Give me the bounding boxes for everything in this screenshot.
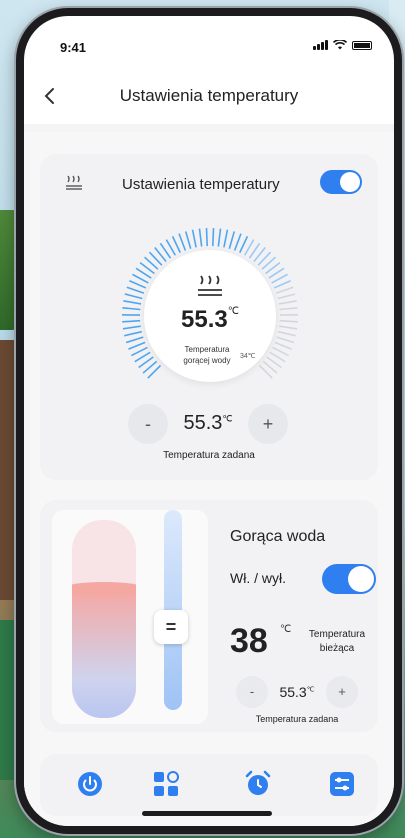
dial-temperature: 55.3℃ — [144, 306, 276, 334]
dial-tick — [279, 319, 298, 323]
dial-tick — [128, 341, 146, 350]
dial-unit: ℃ — [227, 306, 239, 317]
wifi-icon — [333, 40, 347, 50]
temperature-settings-card: Ustawienia temperatury 55.3℃ Temperatura… — [40, 154, 378, 480]
screen: 9:41 Ustawienia temperatury Ustawienia t… — [24, 16, 394, 826]
setpoint-number: 55.3 — [183, 412, 223, 434]
status-icons — [313, 40, 372, 50]
onoff-label: Wł. / wył. — [230, 570, 286, 586]
setpoint-unit: ℃ — [306, 686, 315, 694]
phone-frame: 9:41 Ustawienia temperatury Ustawienia t… — [16, 8, 402, 834]
nav-divider — [24, 124, 394, 132]
toggle-knob — [340, 172, 360, 192]
dial-tick — [123, 300, 142, 305]
hot-water-toggle[interactable] — [322, 564, 376, 594]
card-header: Ustawienia temperatury — [40, 170, 378, 200]
dial-tick — [278, 330, 296, 337]
dial-tick — [131, 346, 148, 357]
setpoint-label: Temperatura zadana — [163, 450, 255, 461]
dial-tick — [233, 233, 242, 251]
setpoint-stepper: - 55.3℃ + — [128, 404, 288, 444]
dial-tick — [276, 336, 295, 344]
tank-panel: = — [52, 510, 208, 724]
hot-water-title: Gorąca woda — [230, 528, 326, 545]
dial-label: Temperatura gorącej wody — [183, 345, 231, 365]
dial-tick — [124, 293, 143, 300]
current-unit: ℃ — [280, 624, 292, 635]
content-area: Ustawienia temperatury 55.3℃ Temperatura… — [24, 132, 394, 826]
setpoint-value: 55.3℃ — [268, 684, 326, 700]
dial-tick — [278, 300, 297, 305]
dial-tick — [126, 286, 145, 294]
decrease-button[interactable]: - — [236, 676, 268, 708]
dial-tick — [184, 231, 192, 249]
dial-tick — [178, 233, 187, 251]
dial-tick — [228, 231, 236, 249]
card-title: Ustawienia temperatury — [122, 176, 280, 193]
hot-water-card: = Gorąca woda Wł. / wył. 38 ℃ Temperatur… — [40, 500, 378, 732]
power-icon[interactable] — [76, 770, 104, 798]
dial-tick — [275, 286, 294, 294]
dial-tick — [279, 307, 298, 311]
setpoint-unit: ℃ — [222, 413, 233, 424]
dial-tick — [122, 307, 141, 311]
dial-tick — [217, 228, 222, 247]
hot-water-stepper: - 55.3℃ + — [236, 676, 358, 708]
dial-tick — [205, 228, 209, 247]
grid-icon[interactable] — [152, 770, 180, 798]
dial-tick — [125, 336, 144, 344]
decrease-button[interactable]: - — [128, 404, 168, 444]
dial-tick — [124, 330, 142, 337]
sliders-icon[interactable] — [328, 770, 356, 798]
battery-icon — [352, 40, 372, 50]
dial-tick — [122, 325, 141, 330]
dial-value: 55.3 — [181, 306, 228, 333]
toggle-knob — [348, 566, 374, 592]
current-temperature: 38 — [230, 622, 268, 660]
setpoint-label: Temperatura zadana — [255, 714, 339, 724]
dial-tick — [277, 293, 296, 300]
dial-small-value: 34℃ — [240, 353, 256, 360]
dial-tick — [171, 236, 181, 253]
dial-tick — [198, 228, 203, 247]
alarm-clock-icon[interactable] — [244, 770, 272, 798]
heating-icon — [144, 274, 276, 306]
bottom-tab-bar — [40, 754, 378, 816]
setpoint-number: 55.3 — [279, 684, 307, 700]
nav-bar: Ustawienia temperatury — [24, 76, 394, 120]
dial-tick — [272, 346, 289, 357]
current-label: Temperatura bieżąca — [308, 629, 366, 654]
page-title: Ustawienia temperatury — [119, 86, 299, 105]
tank-water-level — [72, 582, 136, 718]
temperature-toggle[interactable] — [320, 170, 362, 194]
slider-handle[interactable]: = — [154, 610, 188, 644]
increase-button[interactable]: + — [248, 404, 288, 444]
temperature-dial[interactable]: 55.3℃ Temperatura gorącej wody 34℃ — [118, 224, 302, 408]
dial-tick — [239, 236, 249, 253]
increase-button[interactable]: + — [326, 676, 358, 708]
home-indicator — [142, 811, 272, 816]
heating-icon — [64, 174, 84, 196]
dial-tick — [211, 228, 215, 247]
dial-center: 55.3℃ Temperatura gorącej wody 34℃ — [144, 250, 276, 382]
status-time: 9:41 — [60, 40, 87, 55]
dial-tick — [191, 229, 197, 248]
dial-tick — [273, 279, 291, 289]
setpoint-value: 55.3℃ — [168, 412, 248, 435]
signal-icon — [313, 40, 328, 50]
status-bar: 9:41 — [24, 16, 394, 62]
dial-tick — [274, 341, 292, 350]
dial-tick — [122, 319, 141, 323]
water-tank — [72, 520, 136, 718]
dial-tick — [223, 229, 229, 248]
dial-tick — [279, 325, 298, 330]
